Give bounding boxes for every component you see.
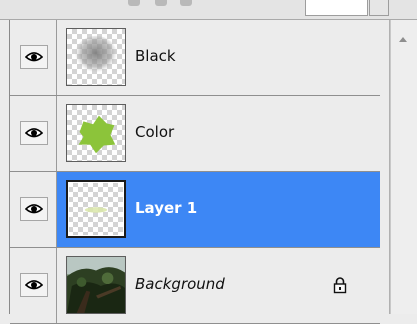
visibility-cell[interactable] [10, 248, 57, 323]
opacity-dropdown-button[interactable] [369, 0, 389, 16]
layer-row-black[interactable]: Black [10, 20, 380, 96]
tree-photo-thumbnail [67, 257, 125, 313]
visibility-toggle[interactable] [20, 121, 48, 145]
visibility-cell[interactable] [10, 96, 57, 171]
eye-icon [25, 128, 43, 138]
layers-scrollbar[interactable] [390, 20, 417, 314]
visibility-toggle[interactable] [20, 45, 48, 69]
layer-thumbnail [66, 28, 126, 86]
eye-icon [25, 204, 43, 214]
faint-mark-thumbnail [84, 207, 108, 213]
visibility-cell[interactable] [10, 172, 57, 247]
lock-icon [333, 277, 347, 294]
layer-row-color[interactable]: Color [10, 96, 380, 172]
layer-thumbnail [66, 104, 126, 162]
toolbar-icon[interactable] [155, 0, 167, 6]
green-blob-thumbnail [78, 115, 116, 154]
gray-blur-thumbnail [74, 35, 118, 75]
toolbar-icon[interactable] [128, 0, 140, 6]
layer-name: Layer 1 [135, 199, 198, 217]
toolbar-icon[interactable] [180, 0, 192, 6]
scroll-up-arrow-icon[interactable] [399, 37, 407, 42]
layer-name: Black [135, 47, 176, 65]
visibility-toggle[interactable] [20, 197, 48, 221]
layer-thumbnail [66, 180, 126, 238]
layer-thumbnail [66, 256, 126, 314]
layer-name: Color [135, 123, 175, 141]
eye-icon [25, 52, 43, 62]
opacity-field[interactable] [305, 0, 368, 16]
visibility-cell[interactable] [10, 20, 57, 95]
layer-row-background[interactable]: Background [10, 248, 380, 324]
layer-row-layer-1[interactable]: Layer 1 [10, 172, 380, 248]
layer-name: Background [135, 275, 225, 293]
eye-icon [25, 280, 43, 290]
visibility-toggle[interactable] [20, 273, 48, 297]
